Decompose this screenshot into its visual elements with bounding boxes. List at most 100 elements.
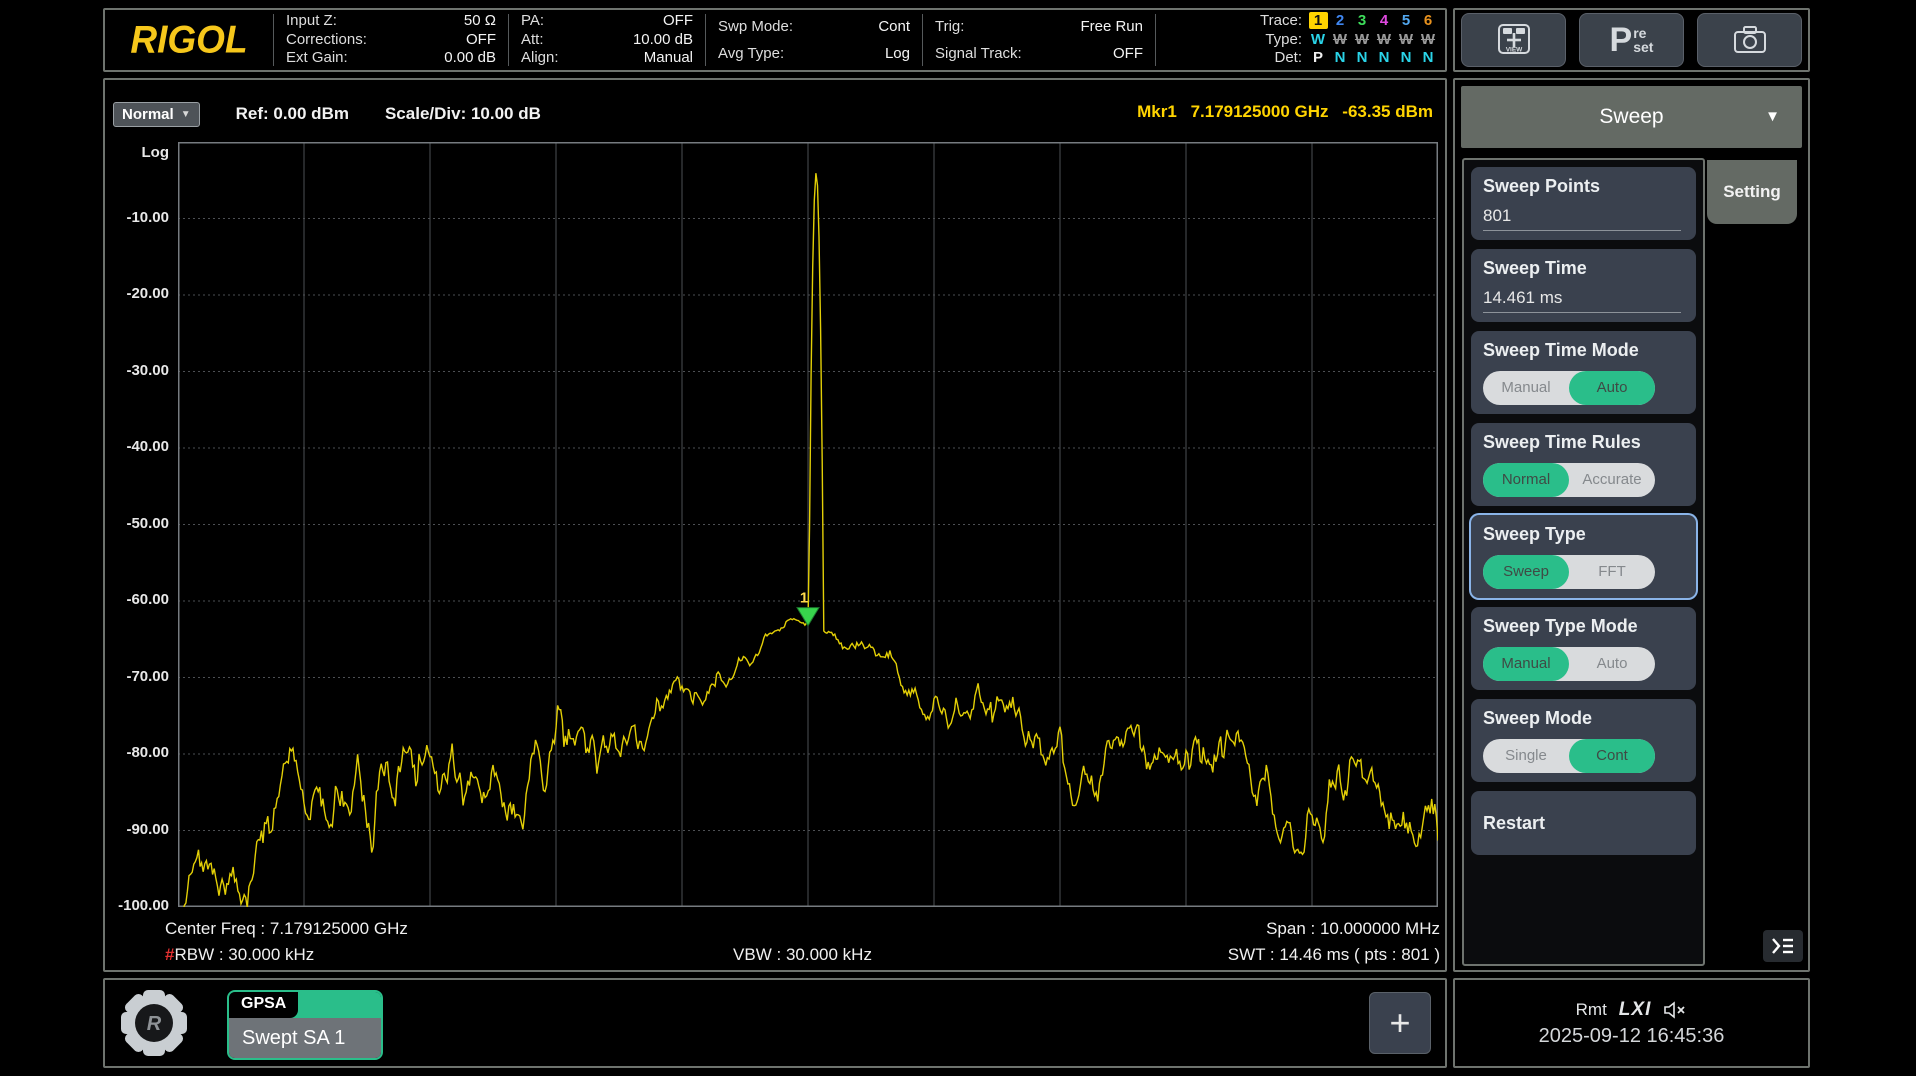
status-item: Trig:Free Run — [935, 13, 1143, 40]
plus-icon: + — [1389, 1002, 1410, 1044]
trace-status-block: Trace:123456Type:WWWWWWDet:PNNNNN — [1242, 10, 1445, 70]
sweep-type-option-fft[interactable]: FFT — [1569, 555, 1655, 589]
trace-type: W — [1373, 31, 1395, 50]
y-tick-label: -100.00 — [105, 897, 169, 914]
status-item: Avg Type:Log — [718, 40, 910, 67]
preset-button[interactable]: P re set — [1579, 13, 1684, 67]
y-tick-label: -10.00 — [105, 209, 169, 226]
trace-number: 6 — [1417, 12, 1439, 31]
vbw-readout: VBW : 30.000 kHz — [733, 945, 872, 965]
svg-text:R: R — [147, 1013, 162, 1035]
sweep-type-toggle[interactable]: SweepFFT — [1483, 555, 1655, 589]
y-tick-label: -80.00 — [105, 744, 169, 761]
y-tick-label: -50.00 — [105, 515, 169, 532]
status-item: Att:10.00 dB — [521, 31, 693, 50]
card-restart[interactable]: Restart — [1471, 791, 1696, 855]
sweep-time-rules-title: Sweep Time Rules — [1483, 432, 1684, 453]
app-window: RIGOL Input Z:50 ΩCorrections:OFFExt Gai… — [0, 0, 1916, 1076]
preset-set-text: set — [1633, 40, 1653, 54]
spectrum-display: Normal ▼ Ref: 0.00 dBm Scale/Div: 10.00 … — [103, 78, 1447, 972]
preset-re-text: re — [1633, 26, 1653, 40]
sweep-mode-option-cont[interactable]: Cont — [1569, 739, 1655, 773]
status-icons-row: Rmt LXI — [1576, 999, 1688, 1021]
sweep-time-rules-option-accurate[interactable]: Accurate — [1569, 463, 1655, 497]
trace-detector: N — [1373, 49, 1395, 68]
status-group-3: Trig:Free RunSignal Track:OFF — [923, 10, 1155, 70]
sweep-points-title: Sweep Points — [1483, 176, 1684, 197]
y-tick-label: -30.00 — [105, 362, 169, 379]
status-item: Swp Mode:Cont — [718, 13, 910, 40]
sweep-type-option-sweep[interactable]: Sweep — [1483, 555, 1569, 589]
app-tab-title: Swept SA 1 — [229, 1018, 381, 1058]
sweep-time-mode-toggle[interactable]: ManualAuto — [1483, 371, 1655, 405]
app-task-bar: R GPSA Swept SA 1 + — [103, 978, 1447, 1068]
trace-type: W — [1417, 31, 1439, 50]
chart-header: Normal ▼ Ref: 0.00 dBm Scale/Div: 10.00 … — [113, 98, 541, 130]
marker1-readout: Mkr1 7.179125000 GHz -63.35 dBm — [1137, 102, 1433, 122]
trace-mode-dropdown[interactable]: Normal ▼ — [113, 102, 200, 127]
system-status-bar: Rmt LXI 2025-09-12 16:45:36 — [1453, 978, 1810, 1068]
trace-number: 4 — [1373, 12, 1395, 31]
app-tab-header: GPSA — [229, 992, 381, 1018]
sweep-points-value[interactable]: 801 — [1483, 206, 1681, 231]
app-mode-label: GPSA — [229, 992, 298, 1018]
status-item: Input Z:50 Ω — [286, 12, 496, 31]
menu-collapse-icon — [1770, 936, 1796, 956]
screenshot-button[interactable] — [1697, 13, 1802, 67]
trace-detector: N — [1329, 49, 1351, 68]
sweep-type-mode-toggle[interactable]: ManualAuto — [1483, 647, 1655, 681]
speaker-muted-icon[interactable] — [1663, 1001, 1687, 1019]
trace-number: 5 — [1395, 12, 1417, 31]
trace-detector: N — [1351, 49, 1373, 68]
status-groups: Input Z:50 ΩCorrections:OFFExt Gain:0.00… — [274, 10, 1242, 70]
span-readout: Span : 10.000000 MHz — [1266, 919, 1440, 939]
sweep-type-mode-title: Sweep Type Mode — [1483, 616, 1684, 637]
sweep-time-mode-option-auto[interactable]: Auto — [1569, 371, 1655, 405]
center-freq-readout: Center Freq : 7.179125000 GHz — [165, 919, 408, 939]
status-item: Corrections:OFF — [286, 31, 496, 50]
card-sweep-points: Sweep Points 801 — [1471, 167, 1696, 240]
tab-setting[interactable]: Setting — [1707, 160, 1797, 224]
trace-detector: N — [1417, 49, 1439, 68]
view-button[interactable]: VIEW — [1461, 13, 1566, 67]
trace-type: W — [1329, 31, 1351, 50]
sweep-settings-cards: Sweep Points 801 Sweep Time14.461 ms Sweep … — [1462, 158, 1705, 966]
collapse-menu-button[interactable] — [1763, 930, 1803, 962]
card-sweep-time: Sweep Time14.461 ms — [1471, 249, 1696, 322]
system-gear-icon[interactable]: R — [115, 984, 193, 1062]
trace-mode-value: Normal — [122, 106, 174, 123]
system-datetime: 2025-09-12 16:45:36 — [1539, 1025, 1725, 1048]
sweep-time-value[interactable]: 14.461 ms — [1483, 288, 1681, 313]
y-tick-label: -60.00 — [105, 591, 169, 608]
top-status-bar: RIGOL Input Z:50 ΩCorrections:OFFExt Gai… — [103, 8, 1447, 72]
ref-level-readout: Ref: 0.00 dBm — [236, 104, 349, 124]
sweep-time-rules-option-normal[interactable]: Normal — [1483, 463, 1569, 497]
sweep-mode-option-single[interactable]: Single — [1483, 739, 1569, 773]
tab-setting-label: Setting — [1723, 182, 1781, 202]
trace-detector-row: Det:PNNNNN — [1250, 49, 1439, 68]
status-item: PA:OFF — [521, 12, 693, 31]
card-sweep-time-rules: Sweep Time Rules NormalAccurate — [1471, 423, 1696, 506]
rigol-logo: RIGOL — [105, 10, 273, 70]
sweep-time-rules-toggle[interactable]: NormalAccurate — [1483, 463, 1655, 497]
status-item: Ext Gain:0.00 dB — [286, 49, 496, 68]
card-sweep-type-mode: Sweep Type Mode ManualAuto — [1471, 607, 1696, 690]
trace-number: 3 — [1351, 12, 1373, 31]
rbw-readout: #RBW : 30.000 kHz — [165, 945, 314, 965]
menu-title-dropdown[interactable]: Sweep ▼ — [1461, 86, 1802, 148]
sweep-time-mode-option-manual[interactable]: Manual — [1483, 371, 1569, 405]
lxi-logo: LXI — [1619, 999, 1652, 1021]
tab-swept-sa[interactable]: GPSA Swept SA 1 — [227, 990, 383, 1060]
sweep-type-mode-option-auto[interactable]: Auto — [1569, 647, 1655, 681]
add-app-button[interactable]: + — [1369, 992, 1431, 1054]
sweep-type-mode-option-manual[interactable]: Manual — [1483, 647, 1569, 681]
trace-type: W — [1395, 31, 1417, 50]
trace-number: 2 — [1329, 12, 1351, 31]
sweep-mode-toggle[interactable]: SingleCont — [1483, 739, 1655, 773]
preset-p-text: P — [1610, 25, 1633, 55]
remote-status: Rmt — [1576, 1000, 1607, 1020]
trace-type-row: Type:WWWWWW — [1250, 31, 1439, 50]
y-tick-label: -90.00 — [105, 821, 169, 838]
spectrum-plot: 1 — [178, 142, 1438, 907]
top-right-toolbar: VIEW P re set — [1453, 8, 1810, 72]
